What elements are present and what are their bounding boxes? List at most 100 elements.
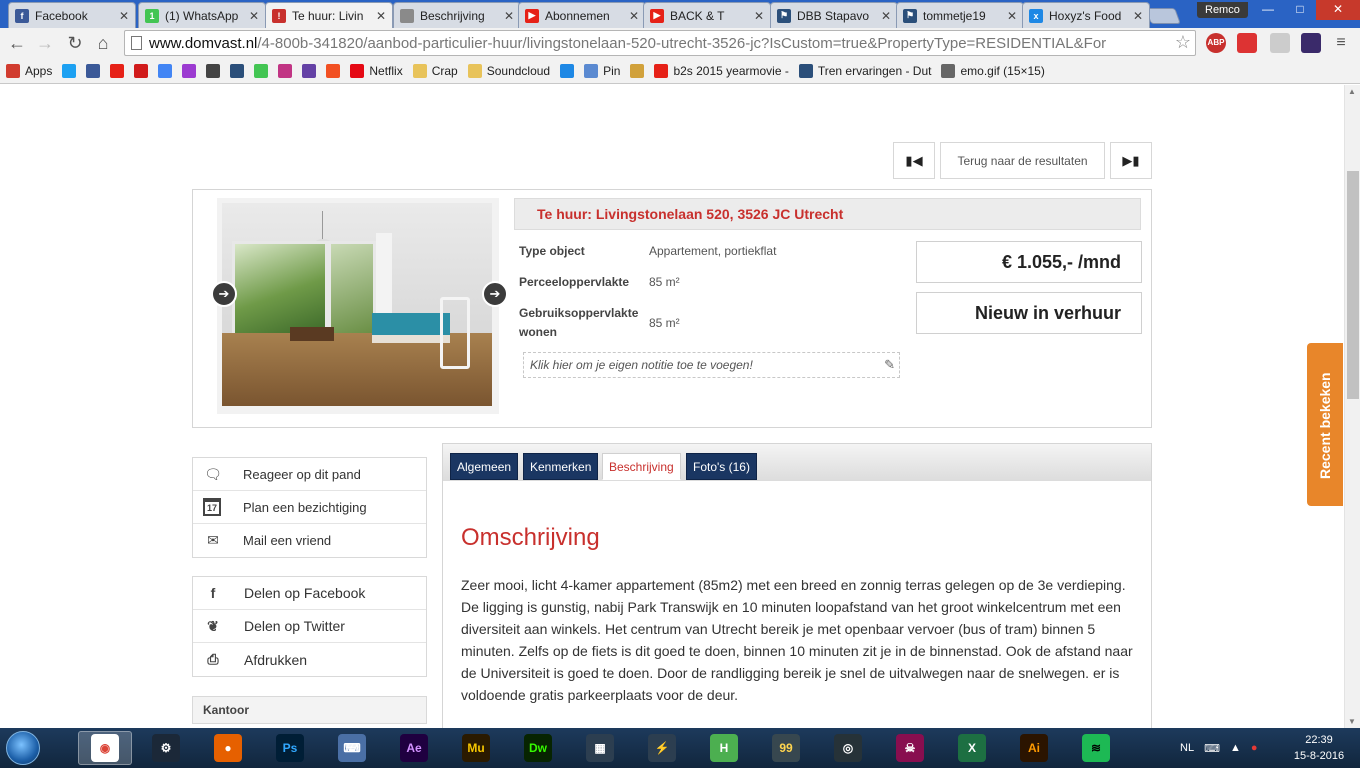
maximize-button[interactable]: □ <box>1284 0 1316 20</box>
bookmark-star-icon[interactable]: ☆ <box>1175 32 1191 53</box>
bookmark-item[interactable] <box>62 63 77 78</box>
close-tab-icon[interactable]: ✕ <box>754 9 764 23</box>
keyboard-icon[interactable]: ⌨ <box>1204 742 1220 755</box>
extension-icon[interactable] <box>1301 33 1321 53</box>
back-icon[interactable]: ← <box>6 32 28 54</box>
taskbar-app-excel[interactable]: X <box>945 731 999 765</box>
bookmark-item[interactable]: emo.gif (15×15) <box>941 63 1045 78</box>
taskbar-app-spotify[interactable]: ≋ <box>1069 731 1123 765</box>
taskbar-app-muse[interactable]: Mu <box>449 731 503 765</box>
menu-icon[interactable]: ≡ <box>1330 32 1352 54</box>
bookmark-item[interactable] <box>302 63 317 78</box>
tray-expand-icon[interactable]: ▲ <box>1230 742 1241 754</box>
browser-tab[interactable]: x Hoxyz's Food ✕ <box>1022 2 1150 28</box>
close-window-button[interactable]: ✕ <box>1316 0 1360 20</box>
tab-kenmerken[interactable]: Kenmerken <box>523 453 599 480</box>
browser-tab[interactable]: ▶ BACK & T ✕ <box>643 2 771 28</box>
taskbar-app-firefox[interactable]: ● <box>201 731 255 765</box>
browser-tab[interactable]: ▶ Abonnemen ✕ <box>518 2 646 28</box>
close-tab-icon[interactable]: ✕ <box>504 9 514 23</box>
back-to-results-button[interactable]: Terug naar de resultaten <box>940 142 1105 179</box>
reload-icon[interactable]: ↻ <box>64 32 86 54</box>
bookmark-item[interactable] <box>278 63 293 78</box>
taskbar-app-steam[interactable]: ⚙ <box>139 731 193 765</box>
bookmark-item[interactable]: Soundcloud <box>467 63 550 78</box>
scroll-down-icon[interactable]: ▼ <box>1348 717 1356 726</box>
start-button[interactable] <box>6 731 40 765</box>
taskbar-app-video-editor[interactable]: ▦ <box>573 731 627 765</box>
close-tab-icon[interactable]: ✕ <box>881 9 891 23</box>
share-twitter-button[interactable]: ❦ Delen op Twitter <box>193 610 426 643</box>
scroll-up-icon[interactable]: ▲ <box>1348 87 1356 96</box>
taskbar-app-h-app[interactable]: H <box>697 731 751 765</box>
new-tab-button[interactable] <box>1145 8 1181 24</box>
bookmark-item[interactable] <box>230 63 245 78</box>
home-icon[interactable]: ⌂ <box>92 32 114 54</box>
tab-fotos[interactable]: Foto's (16) <box>686 453 757 480</box>
print-button[interactable]: ⎙ Afdrukken <box>193 643 426 676</box>
address-bar[interactable]: www.domvast.nl/4-800b-341820/aanbod-part… <box>124 30 1196 56</box>
close-tab-icon[interactable]: ✕ <box>629 9 639 23</box>
adblock-plus-icon[interactable]: ABP <box>1206 33 1226 53</box>
browser-tab[interactable]: ⚑ tommetje19 ✕ <box>896 2 1024 28</box>
browser-tab[interactable]: f Facebook ✕ <box>8 2 136 28</box>
mail-friend-button[interactable]: ✉ Mail een vriend <box>193 524 426 557</box>
recently-viewed-button[interactable]: Recent bekeken <box>1307 343 1343 506</box>
plan-viewing-button[interactable]: 17 Plan een bezichtiging <box>193 491 426 524</box>
photo-prev-arrow-icon[interactable]: ➔ <box>211 281 237 307</box>
bookmark-item[interactable]: Netflix <box>350 63 403 78</box>
close-tab-icon[interactable]: ✕ <box>249 9 259 23</box>
youtube-extension-icon[interactable] <box>1237 33 1257 53</box>
taskbar-app-99-app[interactable]: 99 <box>759 731 813 765</box>
taskbar-app-illustrator[interactable]: Ai <box>1007 731 1061 765</box>
close-tab-icon[interactable]: ✕ <box>119 9 129 23</box>
bookmark-item[interactable]: Pin <box>584 63 620 78</box>
page-scrollbar[interactable]: ▲ ▼ <box>1344 85 1360 728</box>
taskbar-app-cd-app[interactable]: ◎ <box>821 731 875 765</box>
taskbar-app-after-effects[interactable]: Ae <box>387 731 441 765</box>
bookmark-item[interactable] <box>182 63 197 78</box>
clock[interactable]: 22:39 15-8-2016 <box>1288 732 1350 764</box>
taskbar-app-keyboard[interactable]: ⌨ <box>325 731 379 765</box>
photo-next-arrow-icon[interactable]: ➔ <box>482 281 508 307</box>
bookmark-item[interactable] <box>158 63 173 78</box>
bookmark-item[interactable] <box>86 63 101 78</box>
tab-beschrijving[interactable]: Beschrijving <box>602 453 681 480</box>
listing-photo[interactable] <box>222 203 492 406</box>
browser-tab[interactable]: 1 (1) WhatsApp ✕ <box>138 2 266 28</box>
taskbar-app-game-app[interactable]: ☠ <box>883 731 937 765</box>
bookmark-item[interactable] <box>254 63 269 78</box>
tray-app-icon[interactable]: ● <box>1251 742 1258 754</box>
bookmark-item[interactable] <box>206 63 221 78</box>
minimize-button[interactable]: — <box>1252 0 1284 20</box>
personal-note-field[interactable]: Klik hier om je eigen notitie toe te voe… <box>523 352 900 378</box>
share-facebook-button[interactable]: f Delen op Facebook <box>193 577 426 610</box>
bookmark-item[interactable]: b2s 2015 yearmovie - <box>654 63 789 78</box>
language-indicator[interactable]: NL <box>1180 742 1194 754</box>
bookmark-item[interactable] <box>134 63 149 78</box>
bookmark-item[interactable]: Tren ervaringen - Dut <box>798 63 931 78</box>
respond-button[interactable]: 🗨 Reageer op dit pand <box>193 458 426 491</box>
next-listing-button[interactable]: ▶▮ <box>1110 142 1152 179</box>
close-tab-icon[interactable]: ✕ <box>1007 9 1017 23</box>
bookmark-item[interactable] <box>560 63 575 78</box>
close-tab-icon[interactable]: ✕ <box>1133 9 1143 23</box>
bookmark-item[interactable]: Crap <box>412 63 458 78</box>
taskbar-app-gpu-tool[interactable]: ⚡ <box>635 731 689 765</box>
forward-icon[interactable]: → <box>34 32 56 54</box>
taskbar-app-chrome[interactable]: ◉ <box>78 731 132 765</box>
tab-algemeen[interactable]: Algemeen <box>450 453 519 480</box>
bookmark-item[interactable] <box>630 63 645 78</box>
taskbar-app-dreamweaver[interactable]: Dw <box>511 731 565 765</box>
close-tab-icon[interactable]: ✕ <box>376 9 386 23</box>
browser-tab[interactable]: ⚑ DBB Stapavo ✕ <box>770 2 898 28</box>
taskbar-app-photoshop[interactable]: Ps <box>263 731 317 765</box>
bookmark-item[interactable]: Apps <box>6 63 52 78</box>
scrollbar-thumb[interactable] <box>1347 171 1359 399</box>
browser-tab[interactable]: ! Te huur: Livin ✕ <box>265 2 393 28</box>
bookmark-item[interactable] <box>110 63 125 78</box>
previous-listing-button[interactable]: ▮◀ <box>893 142 935 179</box>
extension-icon[interactable] <box>1270 33 1290 53</box>
browser-tab[interactable]: Beschrijving ✕ <box>393 2 521 28</box>
page-info-icon[interactable] <box>131 36 142 50</box>
